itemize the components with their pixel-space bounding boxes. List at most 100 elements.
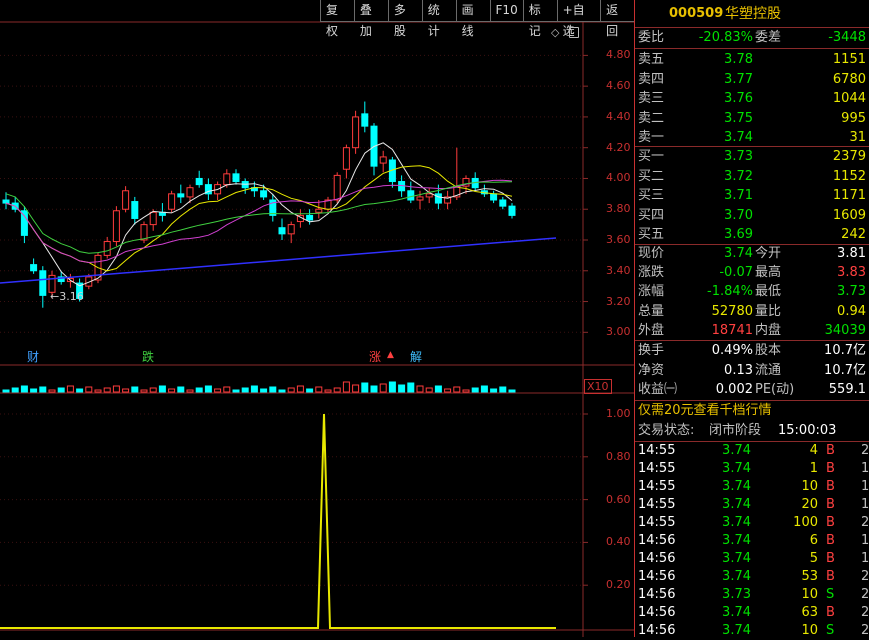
- ask-price: 3.75: [724, 110, 753, 126]
- tick-count: 2: [861, 515, 869, 530]
- info-marker-icon[interactable]: ▲: [387, 350, 394, 360]
- stat-label: 最低: [755, 284, 782, 300]
- statistics-button[interactable]: 统计: [421, 0, 456, 38]
- tick-side: B: [826, 569, 835, 584]
- volume-bar: [149, 387, 157, 393]
- stat-label: 现价: [638, 246, 665, 261]
- chart-area[interactable]: 复权 叠加 多股 统计 画线 F10 标记 +自选 返回 ◇ 4.80 4.60 4…: [0, 0, 634, 637]
- limit-down-marker[interactable]: 跌: [142, 348, 154, 365]
- indicator-line: [0, 413, 556, 629]
- volume-bar: [278, 389, 286, 393]
- stat-value: 0.94: [837, 303, 866, 319]
- volume-bar: [480, 385, 488, 393]
- tick-side: B: [826, 461, 835, 476]
- candle-body: [434, 193, 442, 204]
- stat-label: 外盘: [638, 322, 665, 338]
- tick-side: B: [826, 443, 835, 458]
- level2-promo-link[interactable]: 仅需20元查看千档行情: [638, 401, 772, 421]
- bid-volume: 1171: [832, 188, 866, 203]
- stat-label: 内盘: [755, 322, 782, 338]
- indicator-tick-label: 0.20: [606, 578, 631, 592]
- multi-stock-button[interactable]: 多股: [387, 0, 422, 38]
- stat-value: 3.74: [724, 246, 753, 261]
- stat-row: 换手 0.49% 股本 10.7亿: [635, 341, 869, 361]
- bid-volume: 242: [841, 227, 866, 242]
- unlock-marker[interactable]: 解: [410, 348, 422, 365]
- candle-body: [416, 196, 424, 201]
- ask-row: 卖一 3.74 31: [635, 128, 869, 148]
- zoom-x10-button[interactable]: X10: [584, 379, 612, 394]
- ask-level-label: 卖三: [638, 91, 665, 106]
- diamond-icon[interactable]: ◇: [551, 26, 559, 39]
- volume-bar: [361, 382, 369, 393]
- indicator-tick-label: 0.40: [606, 535, 631, 549]
- volume-bar: [57, 387, 65, 393]
- volume-bar: [103, 387, 111, 393]
- price-tick-label: 4.80: [606, 48, 631, 62]
- status-time: 15:00:03: [778, 423, 837, 438]
- tick-row: 14:55 3.74 100 B 2: [635, 514, 869, 532]
- ask-price: 3.74: [724, 130, 753, 145]
- draw-line-button[interactable]: 画线: [455, 0, 490, 38]
- tick-price: 3.74: [722, 605, 751, 620]
- tick-count: 2: [861, 443, 869, 458]
- volume-bar: [131, 386, 139, 393]
- candle-body: [306, 214, 314, 221]
- tick-row: 14:55 3.74 20 B 1: [635, 496, 869, 514]
- price-tick-label: 4.40: [606, 109, 631, 123]
- candle-body: [195, 177, 203, 186]
- weicha-value: -3448: [828, 30, 866, 45]
- candle-body: [333, 174, 341, 201]
- mark-button[interactable]: 标记: [522, 0, 557, 38]
- add-favorite-button[interactable]: +自选: [556, 0, 601, 38]
- bid-volume: 1152: [832, 168, 866, 184]
- window-icon[interactable]: [569, 27, 579, 38]
- tick-row: 14:56 3.74 53 B 2: [635, 568, 869, 586]
- back-button[interactable]: 返回: [600, 0, 634, 38]
- volume-bar: [195, 387, 203, 393]
- volume-bar: [416, 385, 424, 393]
- tick-volume: 63: [801, 605, 818, 620]
- bid-price: 3.73: [724, 149, 753, 164]
- limit-up-marker[interactable]: 涨: [369, 348, 381, 365]
- stat-value: 3.73: [837, 284, 866, 300]
- restore-rights-button[interactable]: 复权: [320, 0, 354, 38]
- ask-price: 3.76: [724, 91, 753, 106]
- tick-time: 14:55: [638, 515, 676, 530]
- stat-value: 52780: [711, 303, 753, 319]
- volume-bar: [232, 389, 240, 393]
- overlay-button[interactable]: 叠加: [353, 0, 388, 38]
- tick-count: 2: [861, 605, 869, 620]
- low-price-label: ←3.16: [50, 290, 84, 303]
- ask-price: 3.77: [724, 71, 753, 87]
- candle-body: [140, 224, 148, 241]
- volume-bar: [388, 381, 396, 393]
- bid-row: 买一 3.73 2379: [635, 147, 869, 167]
- tick-side: B: [826, 605, 835, 620]
- volume-bar: [315, 386, 323, 393]
- tick-count: 2: [861, 623, 869, 638]
- promo-row[interactable]: 仅需20元查看千档行情: [635, 401, 869, 421]
- finance-marker[interactable]: 财: [27, 348, 39, 365]
- stat-label: 今开: [755, 246, 782, 261]
- volume-bar: [214, 388, 222, 393]
- candle-body: [223, 173, 231, 186]
- bid-volume: 2379: [832, 149, 866, 164]
- bid-row: 买五 3.69 242: [635, 225, 869, 245]
- volume-bar: [94, 389, 102, 393]
- ask-volume: 995: [841, 110, 866, 126]
- stat-row: 涨跌 -0.07 最高 3.83: [635, 263, 869, 283]
- bid-price: 3.71: [724, 188, 753, 203]
- volume-bar: [287, 387, 295, 393]
- volume-bar: [269, 386, 277, 393]
- volume-bar: [370, 385, 378, 393]
- f10-button[interactable]: F10: [489, 0, 523, 22]
- ask-row: 卖二 3.75 995: [635, 109, 869, 129]
- price-tick-label: 4.60: [606, 79, 631, 93]
- tick-volume: 10: [801, 623, 818, 638]
- tick-row: 14:56 3.74 10 S 2: [635, 622, 869, 640]
- kline-chart[interactable]: [0, 0, 634, 637]
- tick-row: 14:56 3.74 5 B 1: [635, 550, 869, 568]
- volume-bar: [453, 386, 461, 393]
- stat-value: -1.84%: [707, 284, 753, 300]
